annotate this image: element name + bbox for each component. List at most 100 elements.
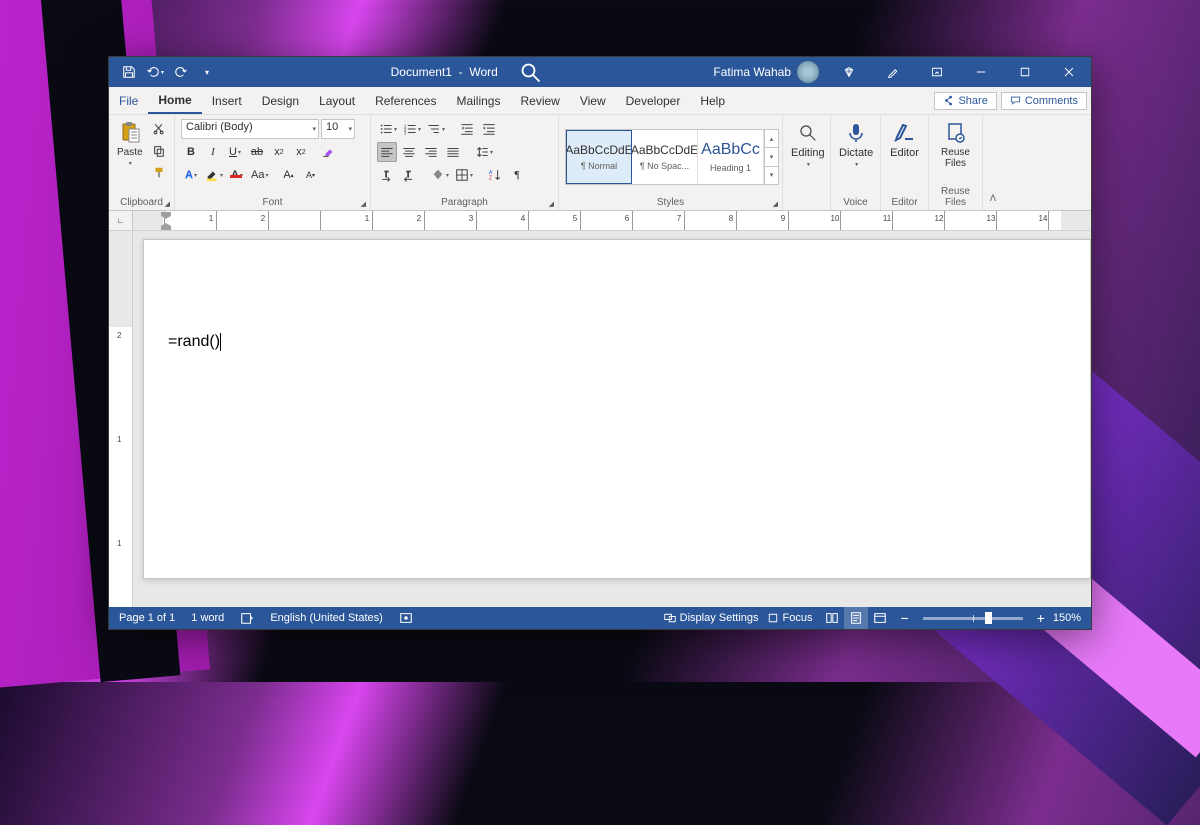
tab-mailings[interactable]: Mailings: [446, 87, 510, 114]
zoom-level[interactable]: 150%: [1053, 612, 1081, 624]
tab-view[interactable]: View: [570, 87, 616, 114]
macro-icon[interactable]: [399, 611, 413, 625]
page-indicator[interactable]: Page 1 of 1: [119, 612, 175, 624]
align-center-button[interactable]: [399, 142, 419, 162]
clipboard-launcher[interactable]: ◢: [165, 200, 170, 208]
comments-button[interactable]: Comments: [1001, 92, 1087, 110]
menubar: File Home Insert Design Layout Reference…: [109, 87, 1091, 115]
language-indicator[interactable]: English (United States): [270, 612, 383, 624]
document-text[interactable]: =rand(): [168, 332, 221, 351]
search-button[interactable]: [518, 60, 542, 84]
document-title: Document1 - Word: [391, 65, 498, 79]
align-left-button[interactable]: [377, 142, 397, 162]
tab-help[interactable]: Help: [690, 87, 735, 114]
bold-button[interactable]: B: [181, 142, 201, 162]
shading-button[interactable]: ▾: [429, 165, 451, 185]
styles-gallery[interactable]: AaBbCcDdE¶ Normal AaBbCcDdE¶ No Spac... …: [565, 129, 779, 185]
style-nospacing[interactable]: AaBbCcDdE¶ No Spac...: [632, 130, 698, 184]
numbering-button[interactable]: 123▾: [401, 119, 423, 139]
clipboard-icon: [118, 121, 142, 145]
borders-button[interactable]: ▾: [453, 165, 475, 185]
change-case-button[interactable]: Aa▾: [249, 165, 270, 185]
tab-references[interactable]: References: [365, 87, 446, 114]
tab-review[interactable]: Review: [510, 87, 569, 114]
paste-button[interactable]: Paste▾: [115, 119, 145, 169]
multilevel-button[interactable]: ▾: [425, 119, 447, 139]
paragraph-launcher[interactable]: ◢: [549, 200, 554, 208]
text-effects-button[interactable]: A▾: [181, 165, 201, 185]
subscript-button[interactable]: x2: [269, 142, 289, 162]
pen-icon[interactable]: [871, 57, 915, 87]
tab-selector[interactable]: ∟: [109, 211, 133, 230]
sort-button[interactable]: AZ: [485, 165, 505, 185]
save-button[interactable]: [117, 60, 141, 84]
gallery-down[interactable]: ▾: [765, 148, 778, 166]
spelling-icon[interactable]: [240, 611, 254, 625]
grow-font-button[interactable]: A▴: [279, 165, 299, 185]
show-marks-button[interactable]: ¶: [507, 165, 527, 185]
ribbon-display-button[interactable]: [915, 57, 959, 87]
zoom-out[interactable]: −: [900, 610, 908, 626]
copy-button[interactable]: [149, 141, 169, 161]
qat-customize[interactable]: ▾: [195, 60, 219, 84]
format-painter-button[interactable]: [149, 163, 169, 183]
vertical-ruler[interactable]: 211234: [109, 231, 133, 607]
display-settings[interactable]: Display Settings: [664, 612, 759, 624]
user-account[interactable]: Fatima Wahab: [713, 61, 819, 83]
gallery-up[interactable]: ▴: [765, 130, 778, 148]
reuse-icon: [944, 121, 968, 145]
superscript-button[interactable]: x2: [291, 142, 311, 162]
font-name-combo[interactable]: Calibri (Body)▾: [181, 119, 319, 139]
read-mode-view[interactable]: [820, 607, 844, 629]
font-launcher[interactable]: ◢: [361, 200, 366, 208]
dictate-button[interactable]: Dictate▾: [837, 119, 875, 170]
ltr-button[interactable]: [377, 165, 397, 185]
editing-button[interactable]: Editing▾: [789, 119, 827, 170]
tab-design[interactable]: Design: [252, 87, 309, 114]
minimize-button[interactable]: [959, 57, 1003, 87]
gallery-more[interactable]: ▾: [765, 167, 778, 184]
font-color-button[interactable]: A▾: [227, 165, 247, 185]
rtl-button[interactable]: [399, 165, 419, 185]
print-layout-view[interactable]: [844, 607, 868, 629]
bullets-button[interactable]: ▾: [377, 119, 399, 139]
focus-mode[interactable]: Focus: [767, 612, 813, 624]
zoom-in[interactable]: +: [1037, 610, 1045, 626]
font-size-combo[interactable]: 10▾: [321, 119, 355, 139]
tab-file[interactable]: File: [109, 87, 148, 114]
tab-developer[interactable]: Developer: [616, 87, 691, 114]
reuse-files-button[interactable]: Reuse Files: [935, 119, 976, 171]
justify-button[interactable]: [443, 142, 463, 162]
strikethrough-button[interactable]: ab: [247, 142, 267, 162]
collapse-ribbon[interactable]: ᐱ: [983, 115, 1003, 210]
share-button[interactable]: Share: [934, 92, 996, 110]
clear-formatting-button[interactable]: [319, 142, 339, 162]
style-heading1[interactable]: AaBbCcHeading 1: [698, 130, 764, 184]
undo-button[interactable]: ▾: [143, 60, 167, 84]
increase-indent-button[interactable]: [479, 119, 499, 139]
italic-button[interactable]: I: [203, 142, 223, 162]
cut-button[interactable]: [149, 119, 169, 139]
underline-button[interactable]: U▾: [225, 142, 245, 162]
style-normal[interactable]: AaBbCcDdE¶ Normal: [566, 130, 632, 184]
line-spacing-button[interactable]: ▾: [473, 142, 495, 162]
tab-layout[interactable]: Layout: [309, 87, 365, 114]
document-page[interactable]: =rand(): [143, 239, 1091, 579]
maximize-button[interactable]: [1003, 57, 1047, 87]
redo-button[interactable]: [169, 60, 193, 84]
decrease-indent-button[interactable]: [457, 119, 477, 139]
highlight-button[interactable]: ▾: [203, 165, 225, 185]
horizontal-ruler[interactable]: 12123456789101112131415161718: [133, 211, 1091, 230]
editor-button[interactable]: Editor: [887, 119, 922, 161]
web-layout-view[interactable]: [868, 607, 892, 629]
word-count[interactable]: 1 word: [191, 612, 224, 624]
shrink-font-button[interactable]: A▾: [301, 165, 321, 185]
align-right-button[interactable]: [421, 142, 441, 162]
diamond-icon[interactable]: [827, 57, 871, 87]
tab-home[interactable]: Home: [148, 87, 201, 114]
statusbar: Page 1 of 1 1 word English (United State…: [109, 607, 1091, 629]
styles-launcher[interactable]: ◢: [773, 200, 778, 208]
zoom-slider[interactable]: [923, 617, 1023, 620]
close-button[interactable]: [1047, 57, 1091, 87]
tab-insert[interactable]: Insert: [202, 87, 252, 114]
